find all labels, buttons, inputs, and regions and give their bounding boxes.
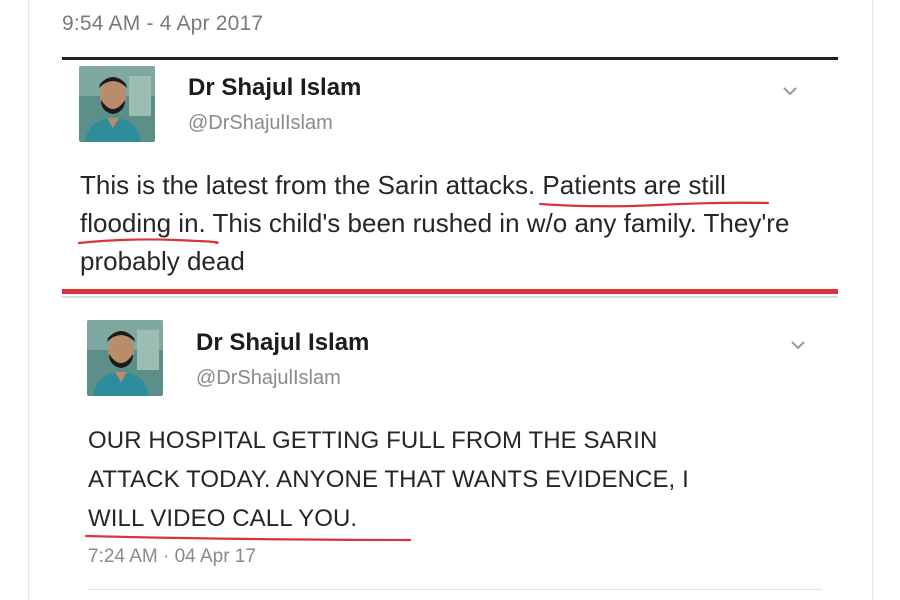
chevron-down-icon[interactable] — [789, 338, 807, 352]
tweet-text: OUR HOSPITAL GETTING FULL FROM THE SARIN… — [84, 421, 848, 542]
highlighted-text: WILL VIDEO CALL YOU. — [88, 505, 358, 532]
tweet-card-2[interactable]: Dr Shajul Islam @DrShajulIslam OUR HOSPI… — [0, 0, 900, 600]
red-underline — [84, 534, 412, 542]
author-name[interactable]: Dr Shajul Islam — [196, 329, 369, 357]
tweet-text-line: OUR HOSPITAL GETTING FULL FROM THE SARIN — [88, 427, 658, 454]
highlighted-phrase: WILL VIDEO CALL YOU. — [84, 499, 412, 542]
author-handle[interactable]: @DrShajulIslam — [196, 367, 341, 390]
tweet-text-line: ATTACK TODAY. ANYONE THAT WANTS EVIDENCE… — [88, 466, 689, 493]
tweet-timestamp[interactable]: 7:24 AM · 04 Apr 17 — [88, 546, 256, 568]
separator-bottom — [88, 589, 822, 590]
avatar[interactable] — [87, 320, 163, 396]
